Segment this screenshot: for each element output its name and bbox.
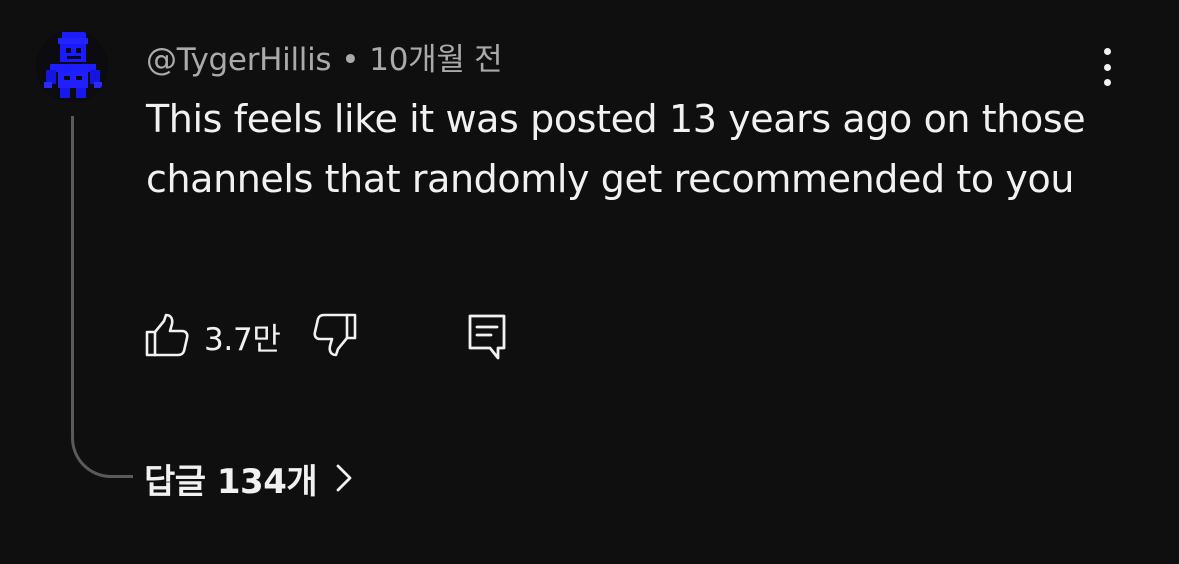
thumbs-up-icon[interactable] (144, 312, 190, 358)
avatar[interactable] (36, 30, 108, 102)
comment-icon[interactable] (466, 312, 510, 360)
comment-meta: @TygerHillis • 10개월 전 (146, 34, 503, 79)
comment-text: This feels like it was posted 13 years a… (146, 97, 1086, 201)
replies-count-label: 답글 134개 (144, 461, 318, 502)
comment-time[interactable]: 10개월 전 (369, 42, 502, 78)
more-vert-icon[interactable] (1094, 44, 1120, 90)
meta-separator: • (341, 42, 360, 78)
thumbs-down-icon[interactable] (312, 312, 358, 358)
thread-connector-line (71, 116, 133, 478)
view-replies-button[interactable]: 답글 134개 (144, 452, 353, 504)
chevron-right-icon (336, 464, 352, 492)
comment-author[interactable]: @TygerHillis (146, 42, 332, 78)
avatar-image (36, 30, 108, 102)
like-count: 3.7만 (204, 322, 281, 358)
